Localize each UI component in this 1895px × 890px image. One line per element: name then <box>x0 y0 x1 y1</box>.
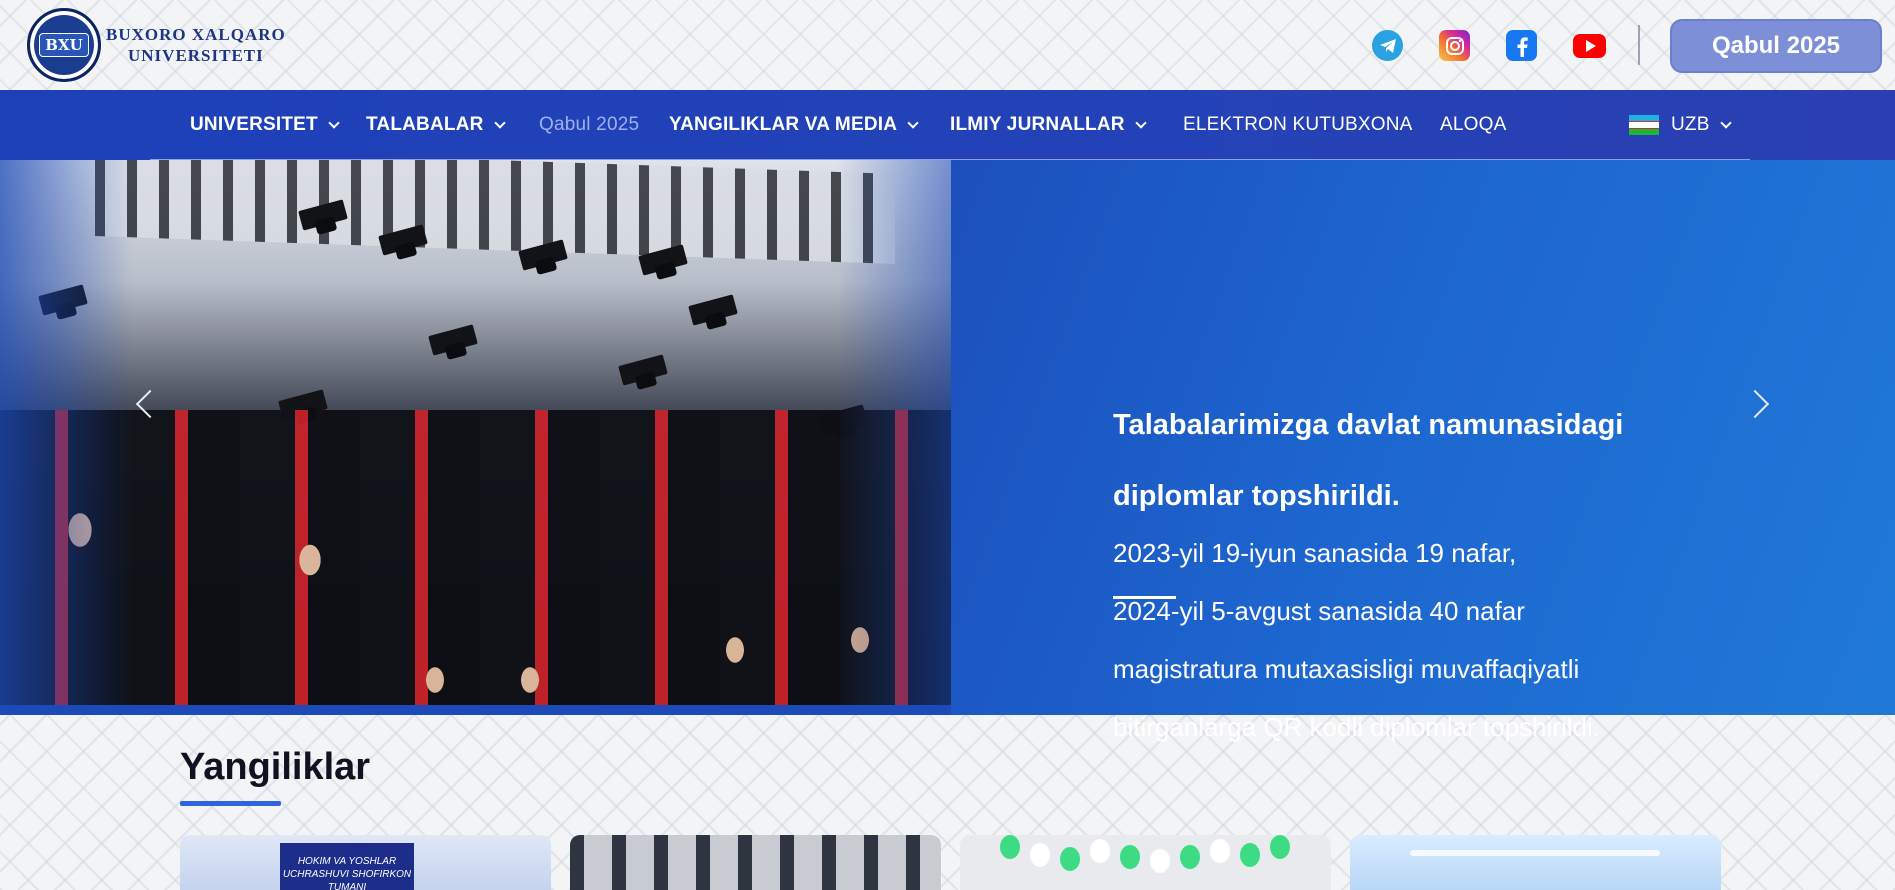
news-section-title: Yangiliklar <box>180 746 371 788</box>
logo-line-1: BUXORO XALQARO <box>106 25 286 44</box>
nav-item-elektron-kutubxona[interactable]: ELEKTRON KUTUBXONA <box>1183 90 1413 160</box>
instagram-icon[interactable] <box>1439 30 1470 61</box>
balloon-decoration <box>1060 847 1080 871</box>
nav-item-universitet[interactable]: UNIVERSITET <box>190 90 340 160</box>
slide-body: 2023-yil 19-iyun sanasida 19 nafar, 2024… <box>1113 524 1733 756</box>
balloon-decoration <box>1120 845 1140 869</box>
slide-underline <box>1113 596 1176 599</box>
balloon-decoration <box>1150 849 1170 873</box>
photo-overlay <box>0 160 951 715</box>
slide-caption: Talabalarimizga davlat namunasidagi dipl… <box>1113 390 1733 756</box>
balloon-decoration <box>1180 845 1200 869</box>
header-divider <box>1638 25 1640 65</box>
seal-text: BXU <box>39 33 89 57</box>
news-card-image-sign: HOKIM VA YOSHLAR UCHRASHUVI SHOFIRKON TU… <box>280 843 414 890</box>
nav-label: UNIVERSITET <box>190 114 318 135</box>
nav-label: Qabul 2025 <box>539 114 640 135</box>
youtube-icon[interactable] <box>1573 34 1606 58</box>
slide-body-line: bitirganlarga QR kodli diplomlar topshir… <box>1113 712 1600 742</box>
balloon-decoration <box>1000 835 1020 859</box>
admission-2025-button[interactable]: Qabul 2025 <box>1670 19 1882 73</box>
nav-item-talabalar[interactable]: TALABALAR <box>366 90 506 160</box>
balloon-decoration <box>1270 835 1290 859</box>
chevron-down-icon <box>907 116 919 129</box>
nav-label: TALABALAR <box>366 114 484 135</box>
balloon-decoration <box>1030 843 1050 867</box>
chevron-down-icon <box>1135 116 1147 129</box>
slide-title-line: diplomlar topshirildi. <box>1113 480 1400 512</box>
facebook-icon[interactable] <box>1506 30 1537 61</box>
news-card[interactable] <box>1350 835 1721 890</box>
language-selector[interactable]: UZB <box>1629 90 1732 160</box>
balloon-decoration <box>1210 839 1230 863</box>
slide-body-line: magistratura mutaxasisligi muvaffaqiyatl… <box>1113 654 1580 684</box>
nav-label: ALOQA <box>1440 114 1507 135</box>
slide-title: Talabalarimizga davlat namunasidagi dipl… <box>1113 390 1733 532</box>
telegram-icon[interactable] <box>1372 30 1403 61</box>
logo-wordmark: BUXORO XALQARO UNIVERSITETI <box>106 24 286 66</box>
top-bar: BXU BUXORO XALQARO UNIVERSITETI Qabul 20… <box>0 0 1895 90</box>
university-logo[interactable]: BXU BUXORO XALQARO UNIVERSITETI <box>27 8 286 82</box>
chevron-down-icon <box>493 116 506 129</box>
main-navigation: UNIVERSITET TALABALAR Qabul 2025 YANGILI… <box>0 90 1895 160</box>
nav-item-qabul-2025[interactable]: Qabul 2025 <box>539 90 639 160</box>
photo-bottom-edge <box>0 705 951 715</box>
slide-body-line: 2023-yil 19-iyun sanasida 19 nafar, <box>1113 538 1517 568</box>
nav-label: ELEKTRON KUTUBXONA <box>1183 114 1413 135</box>
balloon-decoration <box>1240 843 1260 867</box>
news-card[interactable] <box>570 835 941 890</box>
uzbekistan-flag-icon <box>1629 115 1659 135</box>
news-title-underline <box>180 801 281 806</box>
nav-item-yangiliklar-va-media[interactable]: YANGILIKLAR VA MEDIA <box>669 90 919 160</box>
slide-body-line: 2024-yil 5-avgust sanasida 40 nafar <box>1113 596 1525 626</box>
nav-item-ilmiy-jurnallar[interactable]: ILMIY JURNALLAR <box>950 90 1147 160</box>
university-seal-icon: BXU <box>27 8 101 82</box>
slide-title-line: Talabalarimizga davlat namunasidagi <box>1113 409 1624 441</box>
chevron-down-icon <box>328 116 340 129</box>
nav-label: YANGILIKLAR VA MEDIA <box>669 114 898 135</box>
chevron-down-icon <box>1719 116 1732 129</box>
social-links <box>1372 30 1606 61</box>
logo-line-2: UNIVERSITETI <box>128 46 264 65</box>
ceiling-lamp-decoration <box>1410 850 1660 856</box>
balloon-decoration <box>1090 839 1110 863</box>
nav-label: ILMIY JURNALLAR <box>950 114 1125 135</box>
graduation-photo <box>0 160 951 715</box>
language-label: UZB <box>1671 114 1710 135</box>
news-card[interactable] <box>960 835 1331 890</box>
news-card[interactable]: HOKIM VA YOSHLAR UCHRASHUVI SHOFIRKON TU… <box>180 835 551 890</box>
hero-slider: Talabalarimizga davlat namunasidagi dipl… <box>0 160 1895 742</box>
nav-item-aloqa[interactable]: ALOQA <box>1440 90 1506 160</box>
